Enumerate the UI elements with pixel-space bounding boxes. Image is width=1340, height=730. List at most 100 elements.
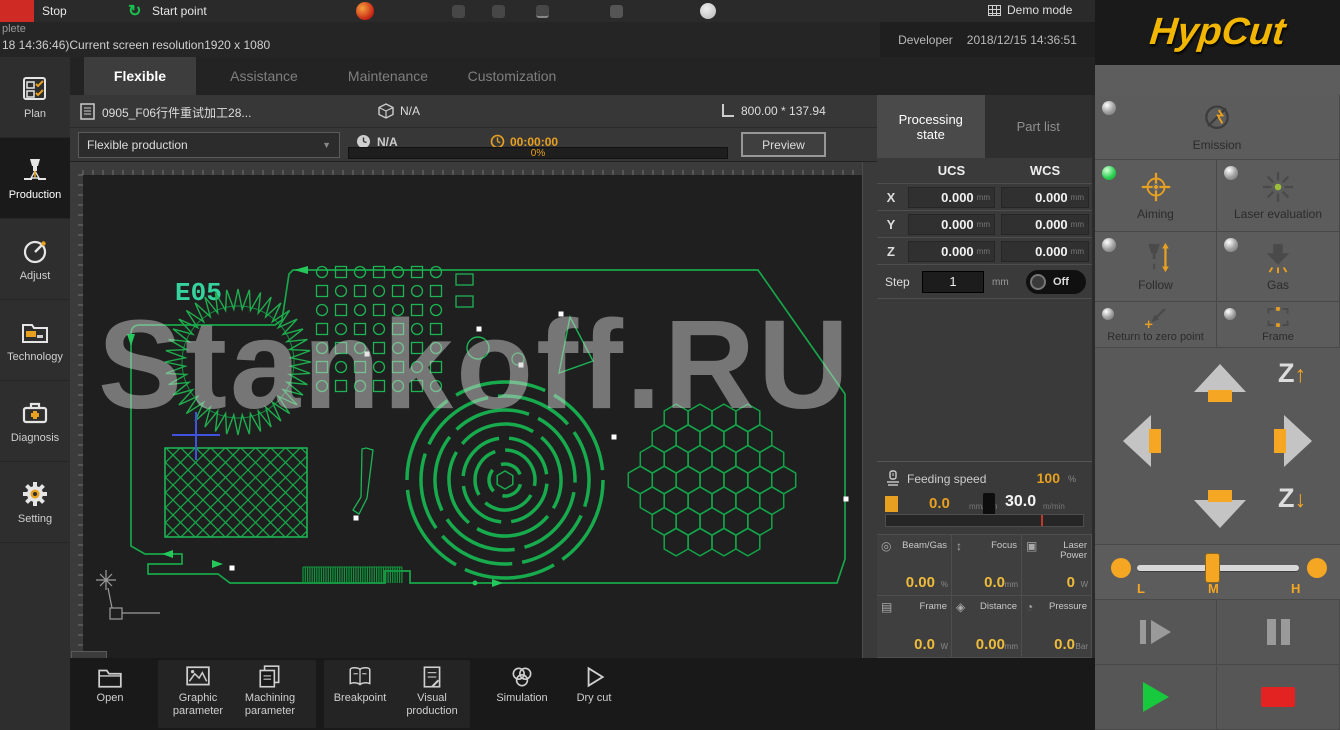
stop-icon (1261, 687, 1295, 707)
feeding-speed-icon (885, 470, 901, 486)
tile-focus: ↕Focus0.0mm (952, 535, 1022, 596)
jog-z-down-button[interactable]: Z↓ (1278, 483, 1306, 514)
hypcut-window: Stop ↻ Start point Demo mode plete 18 14… (0, 0, 1340, 730)
dimension-icon (720, 103, 735, 119)
tab-processing-state[interactable]: Processing state (877, 95, 985, 158)
sidebar-item-diagnosis[interactable]: Diagnosis (0, 381, 70, 462)
coord-row-x: X 0.000mm 0.000mm (877, 184, 1092, 211)
beam-gas-icon: ◎ (881, 539, 891, 553)
play-icon (1143, 682, 1169, 712)
frame-tile-icon: ▤ (881, 600, 892, 614)
sidebar-item-plan[interactable]: Plan (0, 57, 70, 138)
stop-button[interactable]: Stop (42, 4, 67, 18)
tile-beam-gas: ◎Beam/Gas0.00% (877, 535, 952, 596)
slider-low-dot[interactable] (1111, 558, 1131, 578)
machining-parameter-icon (257, 665, 283, 689)
slider-label-high: H (1291, 581, 1300, 596)
tool-icon-1[interactable] (452, 5, 465, 18)
tab-maintenance[interactable]: Maintenance (332, 57, 444, 95)
emission-led (1102, 101, 1116, 115)
tab-customization[interactable]: Customization (456, 57, 568, 95)
tile-distance: ◈Distance0.00mm (952, 596, 1022, 658)
progress-bar: 0% (348, 147, 728, 159)
graphic-parameter-button[interactable]: Graphic parameter (160, 665, 236, 717)
frame-button[interactable]: Frame (1217, 302, 1340, 348)
emission-icon (1199, 103, 1235, 135)
start-button[interactable] (1095, 665, 1217, 730)
feed-slider-mark (1041, 515, 1043, 526)
open-button[interactable]: Open (72, 665, 148, 705)
setting-icon (21, 480, 49, 508)
toggle-knob-icon (1030, 274, 1046, 290)
help-icon[interactable] (700, 3, 716, 19)
feeding-percent-unit: % (1068, 474, 1076, 484)
simulation-button[interactable]: Simulation (484, 665, 560, 705)
sidebar-item-technology[interactable]: Technology (0, 300, 70, 381)
jog-right-button[interactable] (1270, 413, 1314, 469)
step-toggle[interactable]: Off (1026, 270, 1086, 294)
pause-button[interactable] (1217, 600, 1340, 665)
aiming-button[interactable]: Aiming (1095, 160, 1217, 232)
jog-up-button[interactable] (1192, 362, 1248, 406)
start-point-button[interactable]: Start point (152, 4, 207, 18)
datetime-label: 2018/12/15 14:36:51 (967, 33, 1077, 47)
laser-evaluation-button[interactable]: Laser evaluation (1217, 160, 1340, 232)
logo-panel: HypCut (1095, 0, 1340, 65)
status-tiles: ◎Beam/Gas0.00% ↕Focus0.0mm ▣Laser Power0… (877, 535, 1092, 658)
feed-toggle[interactable] (983, 493, 995, 515)
dry-cut-button[interactable]: Dry cut (556, 665, 632, 705)
production-bar: Flexible production ▼ N/A 00:00:00 0% Pr… (70, 128, 877, 162)
tab-flexible[interactable]: Flexible (84, 57, 196, 95)
focus-icon: ↕ (956, 539, 962, 553)
jog-left-button[interactable] (1121, 413, 1165, 469)
tab-part-list[interactable]: Part list (985, 95, 1093, 158)
tool-icon-2[interactable] (492, 5, 505, 18)
preview-button[interactable]: Preview (741, 132, 826, 157)
ruler-left (70, 162, 83, 658)
sidebar-item-production[interactable]: Production (0, 138, 70, 219)
return-zero-led (1102, 308, 1114, 320)
alarm-icon[interactable] (356, 2, 374, 20)
breakpoint-button[interactable]: Breakpoint (322, 665, 398, 705)
progress-percent: 0% (531, 148, 545, 159)
demo-mode-indicator: Demo mode (988, 3, 1072, 17)
slider-label-low: L (1137, 581, 1145, 596)
follow-button[interactable]: Follow (1095, 232, 1217, 302)
pressure-icon: ◔ (1026, 600, 1033, 614)
canvas-divider (862, 162, 877, 658)
tool-icon-3[interactable] (536, 5, 549, 18)
return-to-zero-button[interactable]: Return to zero point (1095, 302, 1217, 348)
production-mode-dropdown[interactable]: Flexible production ▼ (78, 132, 340, 158)
jog-z-up-button[interactable]: Z↑ (1278, 358, 1306, 389)
simulation-icon (509, 665, 535, 689)
sidebar-item-setting[interactable]: Setting (0, 462, 70, 543)
step-run-button[interactable] (1095, 600, 1217, 665)
gas-button[interactable]: Gas (1217, 232, 1340, 302)
tool-icon-4[interactable] (610, 5, 623, 18)
slider-handle[interactable] (1205, 553, 1220, 583)
stop-machine-button[interactable] (1217, 665, 1340, 730)
plan-icon (21, 75, 49, 103)
y-ucs-value: 0.000 (941, 217, 974, 232)
machining-parameter-button[interactable]: Machining parameter (232, 665, 308, 717)
stop-indicator[interactable] (0, 0, 34, 22)
machine-control-column: Emission Aiming Laser evaluation Follow … (1095, 65, 1340, 730)
tab-assistance[interactable]: Assistance (208, 57, 320, 95)
speed-slider-row: L M H (1095, 545, 1340, 600)
feeding-speed-section: Feeding speed 100 % 0.0 mm/min 30.0 m/mi… (877, 462, 1092, 535)
gas-icon (1260, 241, 1296, 275)
y-wcs-value: 0.000 (1035, 217, 1068, 232)
sidebar: Plan Production Adjust Technology Diagno… (0, 57, 70, 730)
dry-cut-icon (581, 665, 607, 689)
step-input[interactable]: 1 (922, 271, 984, 293)
emission-button[interactable]: Emission (1095, 95, 1340, 160)
feed-slider[interactable] (885, 514, 1084, 527)
slider-high-dot[interactable] (1307, 558, 1327, 578)
visual-production-button[interactable]: Visual production (394, 665, 470, 717)
sidebar-item-adjust[interactable]: Adjust (0, 219, 70, 300)
cad-canvas[interactable]: E05 (70, 162, 862, 658)
adjust-icon (21, 237, 49, 265)
jog-down-button[interactable] (1192, 486, 1248, 530)
file-icon (80, 103, 95, 120)
developer-info: Developer 2018/12/15 14:36:51 (880, 22, 1095, 57)
